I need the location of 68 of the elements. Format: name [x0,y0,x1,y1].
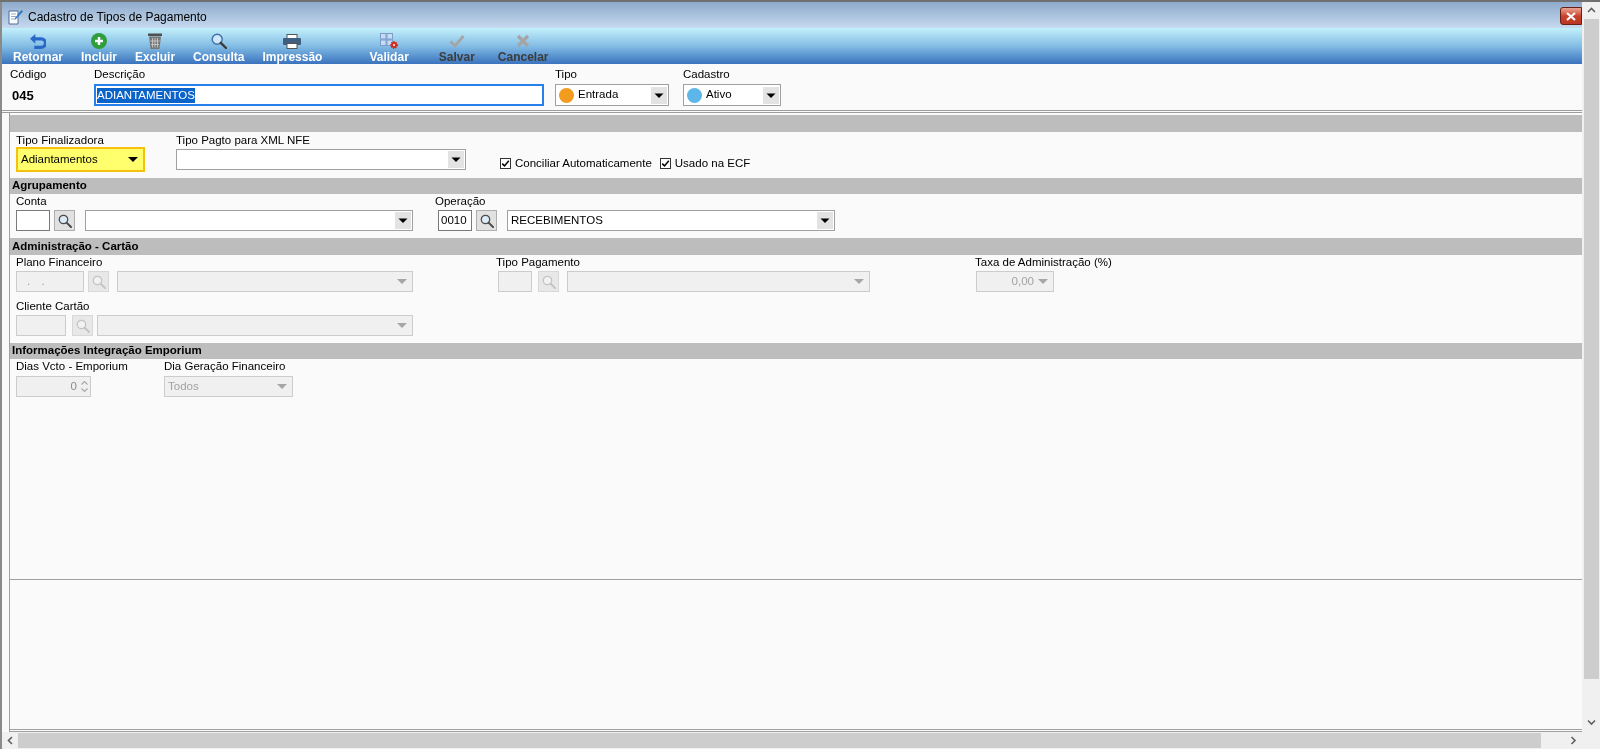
search-icon [210,33,227,49]
scrollbar-thumb[interactable] [18,733,1541,748]
field-label: Taxa de Administração (%) [975,255,1112,269]
code-value: 045 [12,87,34,103]
dropdown[interactable] [85,210,413,231]
toolbar-button[interactable]: Validar [361,28,417,64]
search-button[interactable] [476,210,497,231]
scroll-up-icon[interactable] [1586,7,1596,14]
printer-icon [283,33,302,49]
toolbar-button[interactable]: Excluir [127,28,184,64]
search-button[interactable] [54,210,75,231]
search-icon [57,213,72,228]
close-icon [1566,11,1576,21]
search-icon [479,213,494,228]
text-input[interactable]: ADIANTAMENTOS [94,84,544,106]
field-label: Tipo Pagto para XML NFE [176,133,310,147]
document-pen-icon [8,9,23,25]
field-label: Cliente Cartão [16,299,90,313]
text-input[interactable]: 0010 [438,210,472,231]
checkbox[interactable] [500,157,511,169]
search-icon [75,318,90,333]
dropdown[interactable]: Adiantamentos [16,147,145,172]
undo-arrow-icon [30,33,46,49]
scrollbar-thumb[interactable] [1583,19,1599,679]
plus-circle-icon [91,33,107,49]
trash-icon [148,33,163,49]
check-icon [448,34,465,48]
dropdown-arrow-icon [128,157,138,162]
dropdown[interactable] [176,149,466,170]
scroll-down-icon[interactable] [1586,718,1596,726]
dropdown-arrow-icon [854,279,864,284]
dropdown[interactable]: RECEBIMENTOS [507,210,835,231]
close-button[interactable] [1560,7,1582,25]
scroll-left-icon[interactable] [6,736,14,745]
field-label: Conta [16,194,47,208]
x-icon [516,34,531,48]
checkbox-label: Usado na ECF [674,156,751,170]
scroll-right-icon[interactable] [1570,736,1577,745]
toolbar-button[interactable]: Consulta [185,28,253,64]
checkbox[interactable] [659,157,671,169]
field-label: Cadastro [683,67,730,81]
dropdown-arrow-icon [397,279,407,284]
field-label: Tipo Finalizadora [16,133,104,147]
field-label: Operação [435,194,486,208]
dropdown-arrow-icon [397,323,407,328]
search-icon [91,274,106,289]
dropdown-arrow-icon [1038,279,1048,284]
section-header: Agrupamento [10,178,1582,194]
field-label: Tipo Pagamento [496,255,580,269]
search-icon [541,274,556,289]
field-label: Plano Financeiro [16,255,103,269]
dropdown-arrow-icon [277,384,287,389]
section-header: Administração - Cartão [10,238,1582,255]
toolbar-button[interactable]: Retornar [5,28,71,64]
field-label: Dias Vcto - Emporium [16,359,128,373]
window-title: Cadastro de Tipos de Pagamento [28,10,207,24]
dropdown[interactable]: Entrada [555,84,669,106]
field-label: Descrição [94,67,146,81]
field-label: Dia Geração Financeiro [164,359,286,373]
field-label: Tipo [555,67,577,81]
toolbar-button[interactable]: Incluir [73,28,126,64]
table-gear-icon [380,33,399,49]
field-label: Código [10,67,47,81]
toolbar-button[interactable]: Impressão [254,28,331,64]
dropdown[interactable]: Ativo [683,84,781,106]
text-input[interactable] [16,210,50,231]
checkbox-label: Conciliar Automaticamente [515,156,652,170]
section-header: Informações Integração Emporium [10,343,1582,359]
